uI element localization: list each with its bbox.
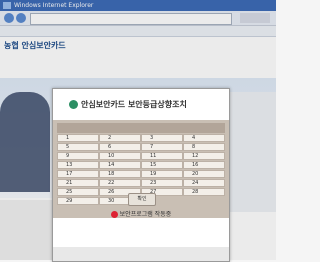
security-icon [69,100,78,109]
card-cell: 25 [57,188,99,196]
card-cell: 28 [183,188,225,196]
dialog-title: 안심보안카드 보안등급상향조치 [81,100,187,109]
card-cell: 23 [141,179,183,187]
dialog-header: 안심보안카드 보안등급상향조치 [53,89,229,121]
card-cell: 1 [57,134,99,142]
card-cell: 10 [99,152,141,160]
card-cell: 13 [57,161,99,169]
card-cell: 6 [99,143,141,151]
shield-icon [110,211,118,218]
card-cell: 24 [183,179,225,187]
card-cell: 19 [141,170,183,178]
card-cell: 12 [183,152,225,160]
card-cell: 15 [141,161,183,169]
card-cell: 18 [99,170,141,178]
card-cell: 20 [183,170,225,178]
dialog-footer [53,247,229,261]
ok-button[interactable]: 확인 [128,193,156,206]
card-cell: 8 [183,143,225,151]
card-cell: 3 [141,134,183,142]
card-cell: 21 [57,179,99,187]
card-cell: 22 [99,179,141,187]
card-cell: 5 [57,143,99,151]
security-status: 보안프로그램 작동중 [53,209,229,218]
security-status-label: 보안프로그램 작동중 [119,211,172,218]
card-cell: 29 [57,197,99,205]
card-cell: 16 [183,161,225,169]
card-cell: 4 [183,134,225,142]
card-cell: 17 [57,170,99,178]
card-cell: 11 [141,152,183,160]
card-cell: 14 [99,161,141,169]
card-cell: 9 [57,152,99,160]
card-cell: 7 [141,143,183,151]
card-cell: 2 [99,134,141,142]
card-instruction-bar [57,123,225,133]
security-card-dialog: 안심보안카드 보안등급상향조치 1 2 3 4 5 6 7 8 9 10 11 12 13 14 15 16 1… [52,88,230,262]
